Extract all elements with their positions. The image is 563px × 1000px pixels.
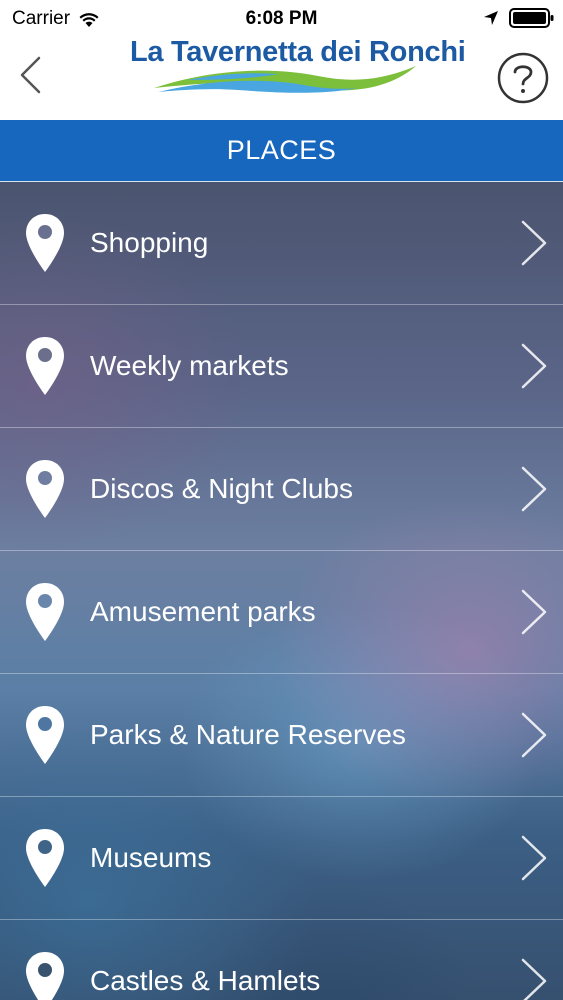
chevron-right-icon xyxy=(521,220,547,266)
app-logo: La Tavernetta dei Ronchi xyxy=(130,36,466,100)
logo-waves-icon xyxy=(154,66,416,93)
chevron-right-icon xyxy=(521,712,547,758)
list-item-label: Museums xyxy=(90,842,212,873)
places-list: Shopping Weekly markets Discos & Night C… xyxy=(0,182,563,1000)
list-item-weekly-markets[interactable]: Weekly markets xyxy=(0,305,563,428)
chevron-right-icon xyxy=(521,958,547,1000)
map-pin-icon xyxy=(26,214,64,272)
map-pin-icon xyxy=(26,952,64,1000)
list-item-museums[interactable]: Museums xyxy=(0,797,563,920)
title-bar: PLACES xyxy=(0,120,563,182)
list-item-label: Discos & Night Clubs xyxy=(90,473,353,504)
list-item-label: Weekly markets xyxy=(90,350,289,381)
map-pin-icon xyxy=(26,706,64,764)
map-pin-icon xyxy=(26,337,64,395)
question-circle-icon xyxy=(497,52,549,104)
location-arrow-icon xyxy=(484,11,498,25)
list-item-parks-nature-reserves[interactable]: Parks & Nature Reserves xyxy=(0,674,563,797)
list-item-label: Parks & Nature Reserves xyxy=(90,719,406,750)
page-title: PLACES xyxy=(226,135,337,165)
app-header: La Tavernetta dei Ronchi xyxy=(0,36,563,120)
list-item-shopping[interactable]: Shopping xyxy=(0,182,563,305)
chevron-right-icon xyxy=(521,343,547,389)
back-button[interactable] xyxy=(10,50,54,100)
map-pin-icon xyxy=(26,460,64,518)
list-item-label: Shopping xyxy=(90,227,209,258)
chevron-left-icon xyxy=(20,56,41,94)
help-button[interactable] xyxy=(497,52,549,104)
map-pin-icon xyxy=(26,583,64,641)
chevron-right-icon xyxy=(521,589,547,635)
status-time: 6:08 PM xyxy=(245,8,318,29)
list-item-label: Amusement parks xyxy=(90,596,316,627)
status-bar: Carrier 6:08 PM xyxy=(0,0,563,36)
list-item-discos-night-clubs[interactable]: Discos & Night Clubs xyxy=(0,428,563,551)
list-item-label: Castles & Hamlets xyxy=(90,965,321,996)
chevron-right-icon xyxy=(521,466,547,512)
list-item-amusement-parks[interactable]: Amusement parks xyxy=(0,551,563,674)
battery-icon xyxy=(509,8,554,28)
list-item-castles-hamlets[interactable]: Castles & Hamlets xyxy=(0,920,563,1000)
status-right xyxy=(483,7,555,29)
chevron-right-icon xyxy=(521,835,547,881)
map-pin-icon xyxy=(26,829,64,887)
